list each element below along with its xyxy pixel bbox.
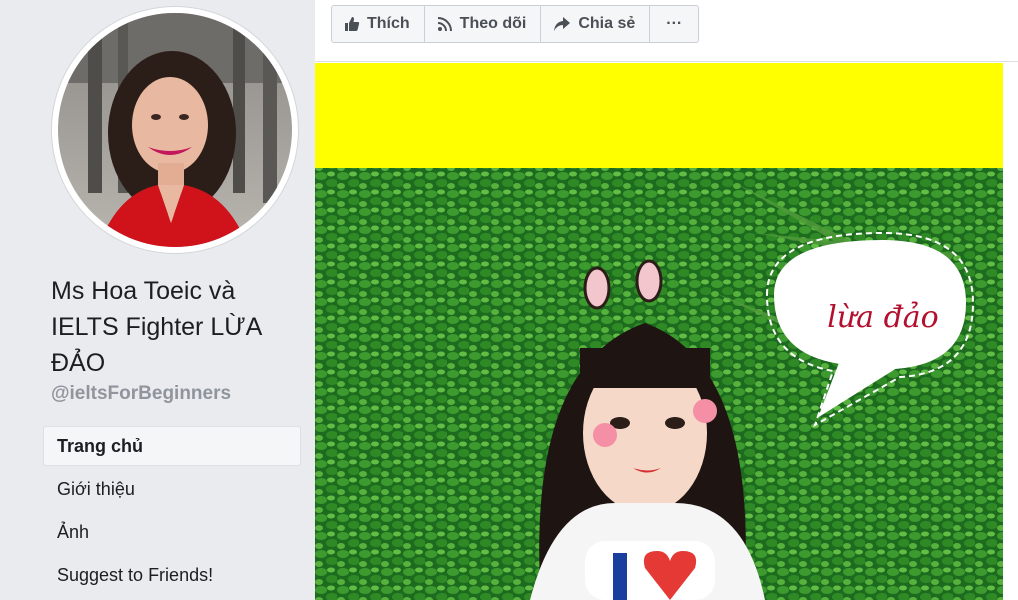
page-action-buttons: Thích Theo dõi Chia sẻ ··· [331,5,700,43]
page-username[interactable]: @ieltsForBeginners [51,383,231,405]
nav-item-photos[interactable]: Ảnh [44,513,300,551]
share-button[interactable]: Chia sẻ [541,6,651,42]
profile-picture[interactable] [58,13,292,247]
main-content: Thích Theo dõi Chia sẻ ··· lừa đảo [315,0,1018,600]
follow-button[interactable]: Theo dõi [425,6,542,42]
speech-bubble-text: lừa đảo [827,300,939,335]
more-options-button[interactable]: ··· [650,6,698,42]
follow-button-label: Theo dõi [459,15,527,32]
more-options-icon: ··· [666,15,683,32]
page-title: Ms Hoa Toeic và IELTS Fighter LỪA ĐẢO [51,277,261,377]
nav-item-about[interactable]: Giới thiệu [44,470,300,508]
nav-item-home[interactable]: Trang chủ [44,427,300,465]
page-navigation: Trang chủ Giới thiệu Ảnh Suggest to Frie… [44,427,300,599]
share-arrow-icon [553,16,571,32]
like-button[interactable]: Thích [332,6,425,42]
left-sidebar: Ms Hoa Toeic và IELTS Fighter LỪA ĐẢO @i… [0,0,315,600]
nav-item-suggest-to-friends[interactable]: Suggest to Friends! [44,556,300,594]
thumbs-up-icon [344,16,360,32]
rss-feed-icon [437,16,453,32]
like-button-label: Thích [367,15,410,32]
right-edge-spacer [1003,63,1018,600]
profile-picture-frame[interactable] [52,7,298,253]
share-button-label: Chia sẻ [578,15,636,32]
